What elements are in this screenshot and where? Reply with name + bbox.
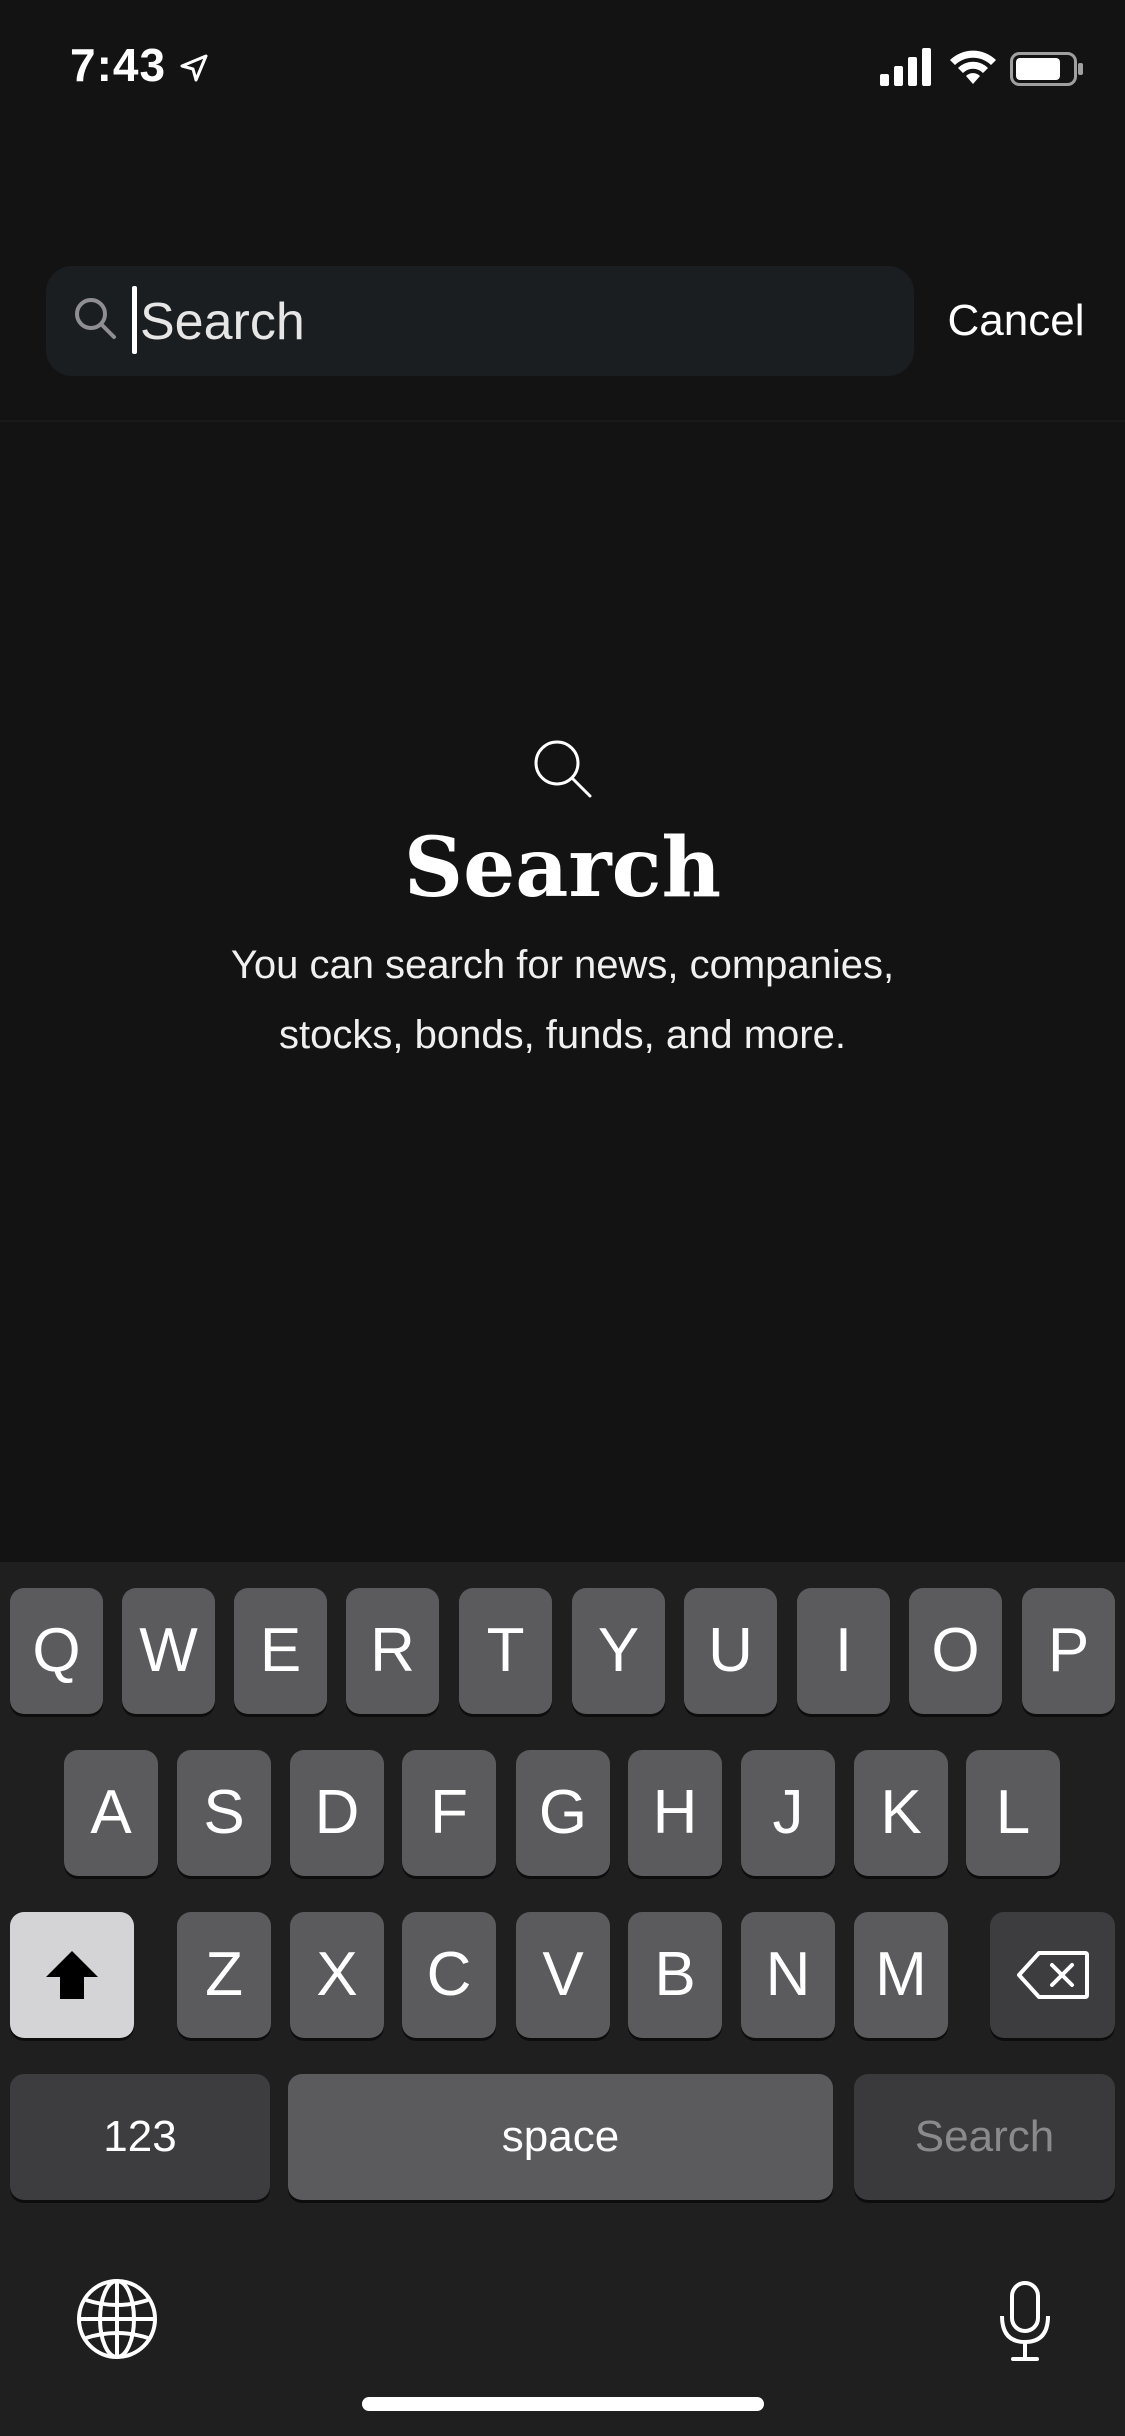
key-t[interactable]: T <box>459 1588 552 1714</box>
key-d[interactable]: D <box>290 1750 384 1876</box>
key-c[interactable]: C <box>402 1912 496 2038</box>
empty-state-description-line2: stocks, bonds, funds, and more. <box>279 1013 846 1057</box>
key-q[interactable]: Q <box>10 1588 103 1714</box>
shift-key[interactable] <box>10 1912 134 2038</box>
empty-state-description: You can search for news, companies, stoc… <box>150 930 975 1070</box>
battery-icon <box>1010 52 1083 86</box>
delete-icon <box>1016 1951 1089 1999</box>
globe-icon[interactable] <box>74 2276 160 2362</box>
key-r[interactable]: R <box>346 1588 439 1714</box>
key-a[interactable]: A <box>64 1750 158 1876</box>
numbers-key[interactable]: 123 <box>10 2074 270 2200</box>
key-p[interactable]: P <box>1022 1588 1115 1714</box>
key-v[interactable]: V <box>516 1912 610 2038</box>
search-icon <box>75 298 116 339</box>
search-field[interactable] <box>46 266 914 376</box>
status-time: 7:43 <box>70 39 167 91</box>
search-input[interactable] <box>138 280 882 364</box>
key-f[interactable]: F <box>402 1750 496 1876</box>
location-arrow-icon <box>180 54 208 82</box>
key-e[interactable]: E <box>234 1588 327 1714</box>
key-b[interactable]: B <box>628 1912 722 2038</box>
text-cursor <box>132 286 137 354</box>
key-k[interactable]: K <box>854 1750 948 1876</box>
key-u[interactable]: U <box>684 1588 777 1714</box>
home-indicator[interactable] <box>362 2397 764 2411</box>
cancel-button[interactable]: Cancel <box>936 286 1096 356</box>
shift-icon <box>46 1951 98 1999</box>
key-o[interactable]: O <box>909 1588 1002 1714</box>
key-z[interactable]: Z <box>177 1912 271 2038</box>
keyboard: Q W E R T Y U I O P A S D F G H J K L Z … <box>0 1562 1125 2436</box>
empty-state-description-line1: You can search for news, companies, <box>230 943 895 987</box>
search-icon <box>534 740 592 798</box>
header-divider <box>0 420 1125 422</box>
space-key[interactable]: space <box>288 2074 833 2200</box>
key-m[interactable]: M <box>854 1912 948 2038</box>
cellular-signal-icon <box>880 48 931 86</box>
key-h[interactable]: H <box>628 1750 722 1876</box>
key-g[interactable]: G <box>516 1750 610 1876</box>
key-l[interactable]: L <box>966 1750 1060 1876</box>
key-j[interactable]: J <box>741 1750 835 1876</box>
status-bar: 7:43 <box>0 0 1125 140</box>
key-s[interactable]: S <box>177 1750 271 1876</box>
key-y[interactable]: Y <box>572 1588 665 1714</box>
wifi-icon <box>950 50 996 84</box>
delete-key[interactable] <box>990 1912 1115 2038</box>
search-key[interactable]: Search <box>854 2074 1115 2200</box>
key-i[interactable]: I <box>797 1588 890 1714</box>
microphone-icon[interactable] <box>998 2280 1052 2364</box>
key-w[interactable]: W <box>122 1588 215 1714</box>
key-x[interactable]: X <box>290 1912 384 2038</box>
empty-state-title: Search <box>403 820 722 916</box>
key-n[interactable]: N <box>741 1912 835 2038</box>
